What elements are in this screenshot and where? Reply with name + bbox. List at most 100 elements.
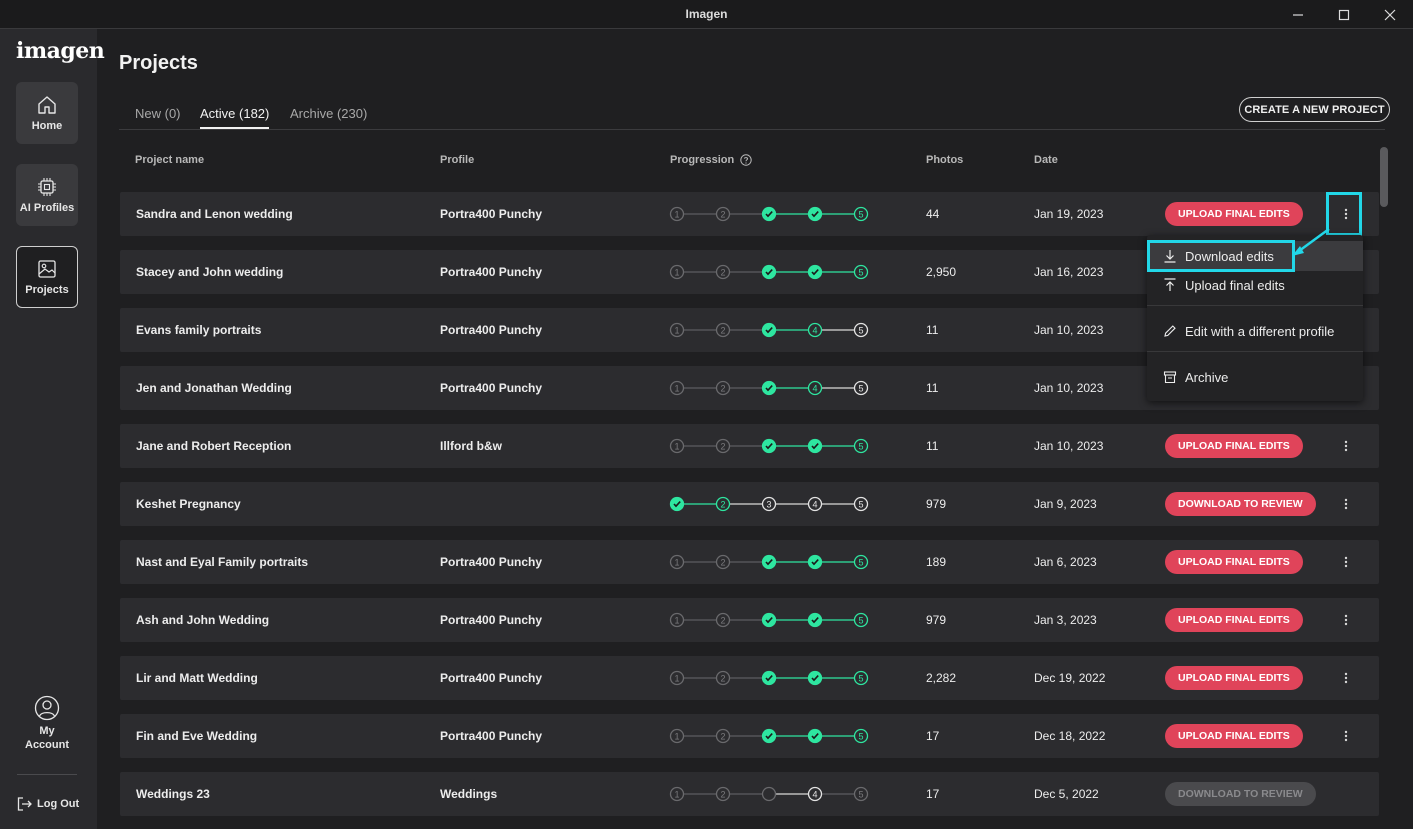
progress-step: 2 — [715, 496, 731, 512]
project-action-button[interactable]: UPLOAD FINAL EDITS — [1165, 550, 1303, 574]
progress-step: 1 — [669, 670, 685, 686]
svg-text:2: 2 — [720, 732, 725, 742]
row-more-options-button[interactable] — [1335, 551, 1357, 573]
column-header-photos[interactable]: Photos — [926, 154, 963, 166]
help-icon[interactable] — [740, 154, 752, 166]
account-icon — [34, 695, 60, 721]
svg-text:3: 3 — [766, 500, 771, 510]
project-action-button[interactable]: DOWNLOAD TO REVIEW — [1165, 492, 1316, 516]
table-row[interactable]: Ash and John Wedding Portra400 Punchy 979 J… — [120, 598, 1379, 642]
progress-step — [761, 670, 777, 686]
row-more-options-button[interactable] — [1335, 493, 1357, 515]
scrollbar-thumb[interactable] — [1380, 147, 1388, 207]
menu-item-archive[interactable]: Archive — [1147, 362, 1363, 392]
project-date: Jan 19, 2023 — [1034, 207, 1104, 221]
project-date: Jan 16, 2023 — [1034, 265, 1104, 279]
project-profile: Portra400 Punchy — [440, 323, 543, 337]
tabs-divider — [119, 129, 1385, 130]
row-more-options-button[interactable] — [1335, 435, 1357, 457]
project-action-button[interactable]: UPLOAD FINAL EDITS — [1165, 202, 1303, 226]
project-profile: Illford b&w — [440, 439, 502, 453]
progress-step: 5 — [853, 786, 869, 802]
column-header-progression[interactable]: Progression — [670, 154, 752, 166]
sidebar-item-label: Projects — [25, 284, 69, 296]
page-title: Projects — [119, 52, 198, 74]
project-name: Keshet Pregnancy — [136, 497, 241, 511]
my-account-label: My Account — [25, 725, 69, 751]
project-name: Evans family portraits — [136, 323, 262, 337]
sidebar-item-home[interactable]: Home — [16, 82, 78, 144]
progress-step: 1 — [669, 728, 685, 744]
svg-text:2: 2 — [720, 616, 725, 626]
progress-step: 5 — [853, 670, 869, 686]
maximize-icon[interactable] — [1321, 0, 1367, 29]
pencil-icon — [1164, 325, 1176, 337]
progress-step — [761, 322, 777, 338]
svg-text:1: 1 — [674, 384, 679, 394]
progress-step: 1 — [669, 322, 685, 338]
progress-step: 1 — [669, 612, 685, 628]
tab-new[interactable]: New (0) — [135, 106, 181, 127]
row-more-options-button[interactable] — [1335, 667, 1357, 689]
my-account-button[interactable]: My Account — [16, 695, 78, 752]
create-project-button[interactable]: CREATE A NEW PROJECT — [1239, 97, 1390, 122]
svg-text:5: 5 — [858, 732, 863, 742]
sidebar-item-ai-profiles[interactable]: AI Profiles — [16, 164, 78, 226]
table-row[interactable]: Sandra and Lenon wedding Portra400 Punchy… — [120, 192, 1379, 236]
project-photos: 2,950 — [926, 265, 957, 279]
logout-icon — [17, 797, 32, 811]
project-name: Nast and Eyal Family portraits — [136, 555, 309, 569]
project-date: Jan 6, 2023 — [1034, 555, 1097, 569]
project-action-button[interactable]: DOWNLOAD TO REVIEW — [1165, 782, 1316, 806]
title-bar: Imagen — [0, 0, 1413, 29]
progress-step: 3 — [761, 496, 777, 512]
logout-button[interactable]: Log Out — [17, 797, 79, 811]
table-row[interactable]: Fin and Eve Wedding Portra400 Punchy 17 Dec… — [120, 714, 1379, 758]
table-row[interactable]: Nast and Eyal Family portraits Portra400 … — [120, 540, 1379, 584]
row-more-options-button[interactable] — [1335, 725, 1357, 747]
project-action-button[interactable]: UPLOAD FINAL EDITS — [1165, 434, 1303, 458]
progress-step — [807, 264, 823, 280]
progress-step: 5 — [853, 380, 869, 396]
svg-text:2: 2 — [720, 674, 725, 684]
svg-text:2: 2 — [720, 268, 725, 278]
table-row[interactable]: Jane and Robert Reception Illford b&w 11 Ja… — [120, 424, 1379, 468]
table-row[interactable]: Weddings 23 Weddings 17 Dec 5, 2022 1 2 4 5 DOWN… — [120, 772, 1379, 816]
menu-item-edit-different-profile[interactable]: Edit with a different profile — [1147, 316, 1363, 346]
project-photos: 17 — [926, 787, 940, 801]
progress-step: 2 — [715, 554, 731, 570]
menu-item-label: Edit with a different profile — [1185, 323, 1335, 339]
close-icon[interactable] — [1367, 0, 1413, 29]
progress-step — [761, 612, 777, 628]
project-action-button[interactable]: UPLOAD FINAL EDITS — [1165, 666, 1303, 690]
column-header-profile[interactable]: Profile — [440, 154, 474, 166]
progress-step: 1 — [669, 264, 685, 280]
project-profile: Portra400 Punchy — [440, 729, 543, 743]
row-more-options-button[interactable] — [1335, 609, 1357, 631]
tab-active[interactable]: Active (182) — [200, 106, 270, 129]
kebab-icon — [1344, 614, 1348, 626]
project-photos: 979 — [926, 613, 947, 627]
table-row[interactable]: Lir and Matt Wedding Portra400 Punchy 2,28… — [120, 656, 1379, 700]
sidebar-item-label: Home — [31, 120, 63, 132]
svg-text:5: 5 — [858, 790, 863, 800]
minimize-icon[interactable] — [1275, 0, 1321, 29]
column-header-name[interactable]: Project name — [135, 154, 204, 166]
project-photos: 11 — [926, 323, 939, 337]
column-header-date[interactable]: Date — [1034, 154, 1058, 166]
menu-item-upload-final-edits[interactable]: Upload final edits — [1147, 270, 1363, 300]
svg-text:2: 2 — [720, 384, 725, 394]
project-action-button[interactable]: UPLOAD FINAL EDITS — [1165, 724, 1303, 748]
tab-archive[interactable]: Archive (230) — [290, 106, 367, 127]
progress-step — [669, 496, 685, 512]
project-tabs: New (0) Active (182) Archive (230) — [119, 104, 369, 130]
progress-step — [761, 786, 777, 802]
table-row[interactable]: Keshet Pregnancy 979 Jan 9, 2023 2 3 4 5 DOWNLO… — [120, 482, 1379, 526]
progress-step: 4 — [807, 380, 823, 396]
progress-step: 5 — [853, 322, 869, 338]
project-photos: 11 — [926, 381, 939, 395]
progress-step — [761, 728, 777, 744]
ai-profiles-icon — [38, 178, 56, 196]
project-action-button[interactable]: UPLOAD FINAL EDITS — [1165, 608, 1303, 632]
sidebar-item-projects[interactable]: Projects — [16, 246, 78, 308]
